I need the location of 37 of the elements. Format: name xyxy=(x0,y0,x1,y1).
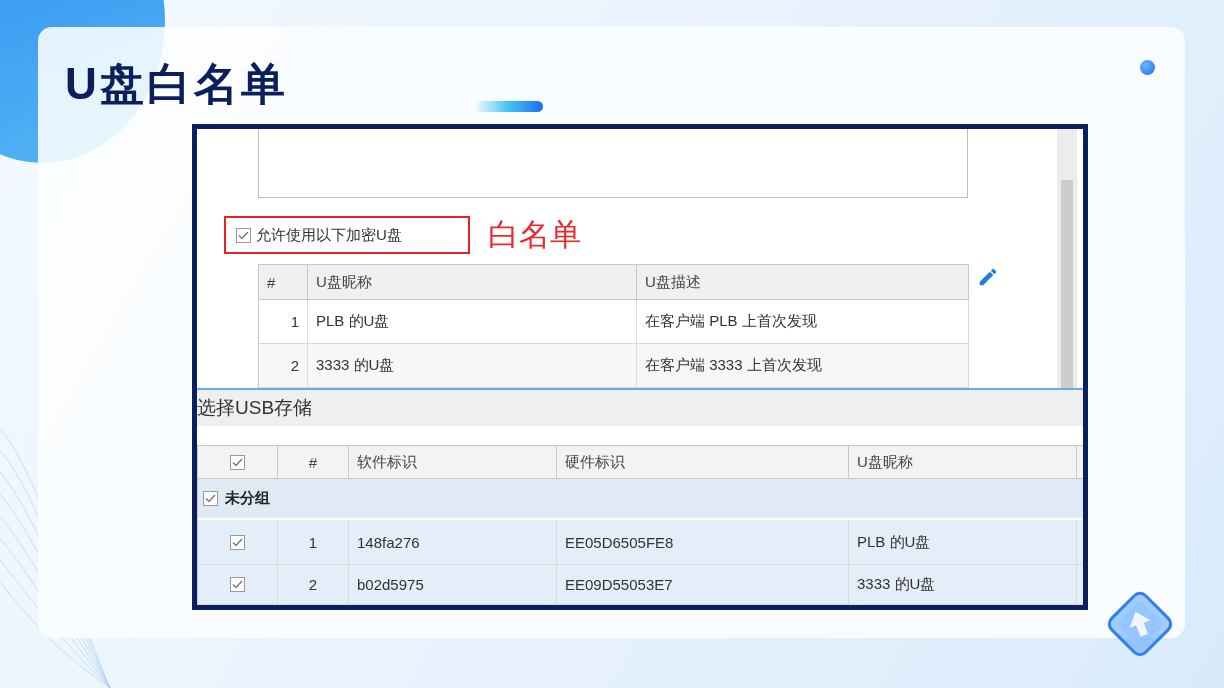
table-cell: EE05D6505FE8 xyxy=(557,520,849,565)
column-header[interactable]: 软件标识 xyxy=(349,445,557,479)
group-row[interactable]: 未分组 xyxy=(198,479,1083,520)
edit-icon[interactable] xyxy=(977,266,999,288)
select-all-checkbox[interactable] xyxy=(230,454,245,470)
row-number: 1 xyxy=(278,520,349,565)
select-all-header[interactable] xyxy=(198,445,278,479)
row-checkbox[interactable] xyxy=(230,577,245,592)
table-cell: EE09D55053E7 xyxy=(557,565,849,605)
row-number: 1 xyxy=(259,300,308,344)
group-name: 未分组 xyxy=(225,489,270,508)
column-header[interactable]: 硬件标识 xyxy=(557,445,849,479)
scrollbar[interactable] xyxy=(1057,129,1077,388)
table-cell: PLB 的U盘 xyxy=(849,520,1077,565)
table-cell: 148fa276 xyxy=(349,520,557,565)
table-cell: PLB 的U盘 xyxy=(308,300,637,344)
annotation-text: 白名单 xyxy=(488,216,581,254)
row-checkbox[interactable] xyxy=(230,534,245,550)
column-header[interactable]: # xyxy=(259,264,308,300)
table-cell: 在客户端 3333 上首次发现 xyxy=(637,344,969,388)
table-cell: 在客户端 PLB 上首次发现 xyxy=(637,300,969,344)
accent-bar xyxy=(473,101,543,112)
slide-title: U盘白名单 xyxy=(65,58,288,110)
column-header[interactable]: # xyxy=(278,445,349,479)
section-title: 选择USB存储 xyxy=(197,396,313,421)
table-cell: 3333 的U盘 xyxy=(849,565,1077,605)
row-number: 2 xyxy=(259,344,308,388)
table-cell: 3333 的U盘 xyxy=(308,344,637,388)
column-header[interactable]: U盘昵称 xyxy=(849,445,1077,479)
table-cell: b02d5975 xyxy=(349,565,557,605)
column-header[interactable]: U盘描述 xyxy=(637,264,969,300)
accent-dot xyxy=(1140,60,1155,75)
column-header[interactable]: U盘昵称 xyxy=(308,264,637,300)
row-number: 2 xyxy=(278,565,349,605)
group-checkbox[interactable] xyxy=(203,491,218,506)
checkbox[interactable] xyxy=(236,227,251,243)
allow-checkbox-label[interactable]: 允许使用以下加密U盘 xyxy=(236,225,402,245)
